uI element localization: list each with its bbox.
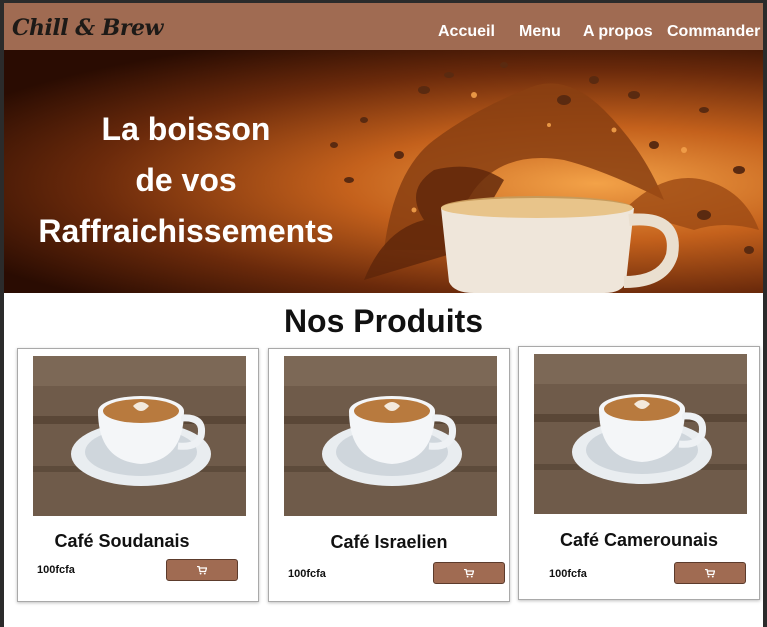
nav-link-commander[interactable]: Commander bbox=[667, 23, 760, 41]
add-to-cart-button[interactable] bbox=[674, 562, 746, 584]
nav-link-accueil[interactable]: Accueil bbox=[438, 23, 495, 41]
hero-title-line-1: La boisson bbox=[101, 111, 271, 147]
nav-link-a-propos[interactable]: A propos bbox=[583, 23, 653, 41]
hero-banner: La boisson de vos Raffraichissements bbox=[4, 50, 763, 293]
cart-icon bbox=[197, 565, 207, 574]
product-name: Café Soudanais bbox=[54, 531, 190, 551]
cart-icon bbox=[705, 568, 715, 577]
hero-title-line-3: Raffraichissements bbox=[38, 213, 334, 249]
coffee-cup-image bbox=[284, 356, 497, 516]
product-card: Café Soudanais 100fcfa bbox=[17, 348, 259, 602]
product-price: 100fcfa bbox=[37, 564, 75, 576]
hero-title-line-2: de vos bbox=[135, 162, 237, 198]
product-name: Café Camerounais bbox=[559, 530, 719, 550]
cart-icon bbox=[464, 568, 474, 577]
navbar: Chill & Brew Accueil Menu A propos Comma… bbox=[4, 3, 763, 50]
page: Chill & Brew Accueil Menu A propos Comma… bbox=[4, 3, 763, 627]
product-card: Café Israelien 100fcfa bbox=[268, 348, 510, 602]
product-name: Café Israelien bbox=[330, 532, 448, 552]
add-to-cart-button[interactable] bbox=[166, 559, 238, 581]
nav-link-menu[interactable]: Menu bbox=[519, 23, 561, 41]
hero-title: La boisson de vos Raffraichissements bbox=[24, 104, 348, 257]
product-price: 100fcfa bbox=[288, 568, 326, 580]
coffee-cup-image bbox=[33, 356, 246, 516]
products-title: Nos Produits bbox=[283, 303, 484, 339]
logo[interactable]: Chill & Brew bbox=[12, 15, 163, 41]
coffee-cup-image bbox=[534, 354, 747, 514]
product-card: Café Camerounais 100fcfa bbox=[518, 346, 760, 600]
product-price: 100fcfa bbox=[549, 568, 587, 580]
add-to-cart-button[interactable] bbox=[433, 562, 505, 584]
